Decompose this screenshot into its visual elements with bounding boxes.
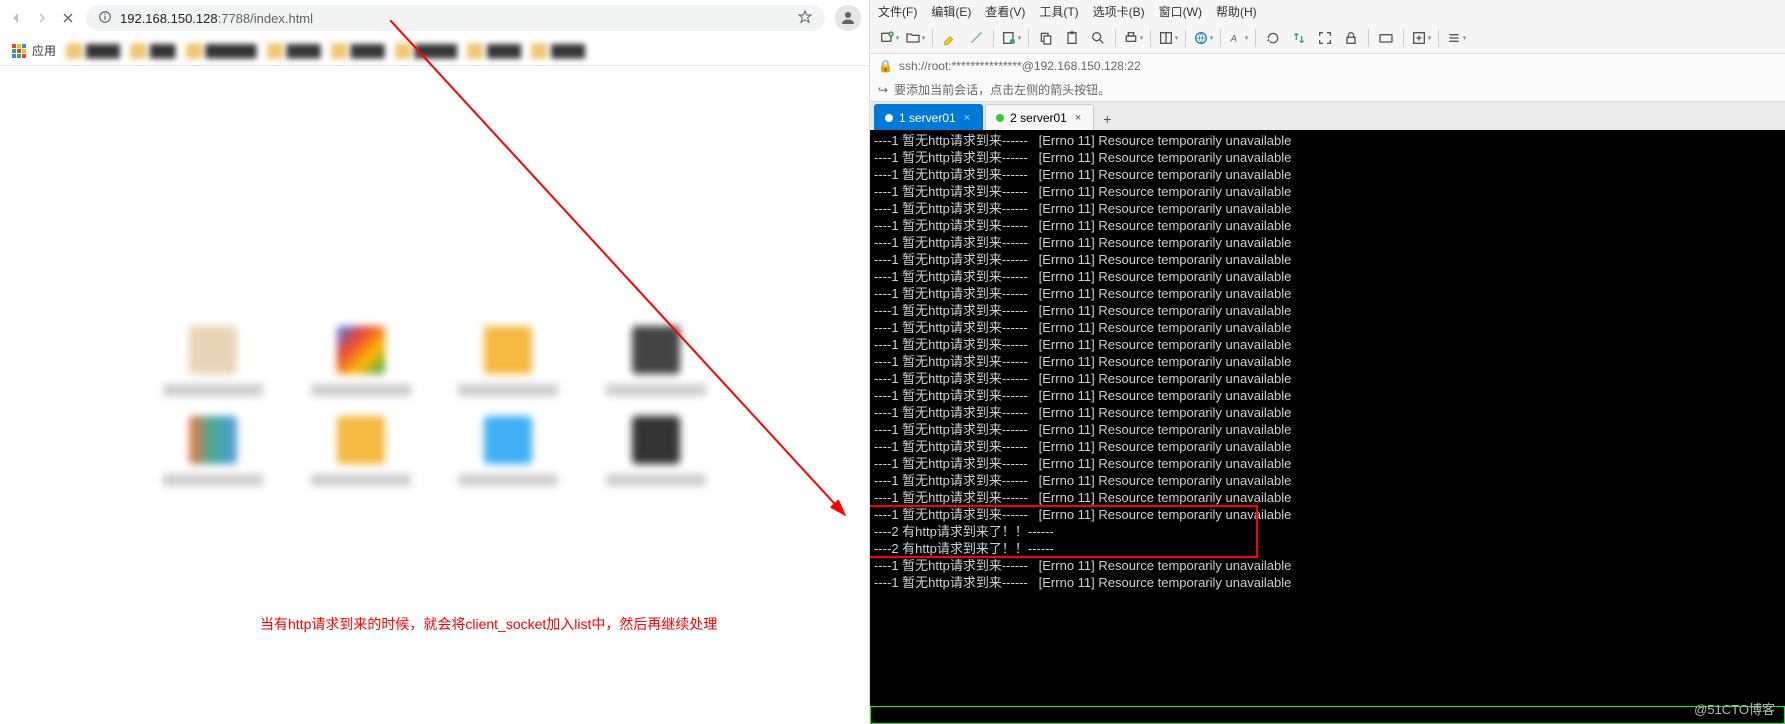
shortcut-tiles [155, 326, 715, 486]
hint-row: ↪ 要添加当前会话，点击左侧的箭头按钮。 [870, 78, 1785, 102]
menu-tabs[interactable]: 选项卡(B) [1093, 3, 1145, 20]
paste-icon[interactable] [1061, 27, 1083, 49]
keyboard-icon[interactable] [1375, 27, 1397, 49]
fullscreen-icon[interactable] [1314, 27, 1336, 49]
menu-file[interactable]: 文件(F) [878, 3, 917, 20]
status-dot-icon [885, 114, 893, 122]
back-button[interactable] [8, 10, 24, 26]
globe-icon[interactable]: ▾ [1192, 27, 1214, 49]
shortcut-tile[interactable] [155, 326, 273, 396]
add-tab-button[interactable]: + [1096, 108, 1118, 130]
menu-bar: 文件(F) 编辑(E) 查看(V) 工具(T) 选项卡(B) 窗口(W) 帮助(… [870, 0, 1785, 22]
add-icon[interactable]: ▾ [1410, 27, 1432, 49]
profile-avatar[interactable] [835, 5, 861, 31]
lock-icon[interactable] [1340, 27, 1362, 49]
terminal-output[interactable]: ----1 暂无http请求到来------ [Errno 11] Resour… [870, 130, 1785, 724]
new-session-icon[interactable]: ▾ [878, 27, 900, 49]
shortcut-tile[interactable] [450, 326, 568, 396]
font-icon[interactable]: A▾ [1227, 27, 1249, 49]
shortcut-tile[interactable] [155, 416, 273, 486]
chrome-window: 192.168.150.128:7788/index.html 应用 ████ … [0, 0, 870, 724]
refresh-icon[interactable] [1262, 27, 1284, 49]
status-dot-icon [996, 114, 1004, 122]
tab-close-icon[interactable]: × [962, 112, 972, 124]
tab-label: 1 server01 [899, 111, 956, 125]
shortcut-tile[interactable] [597, 326, 715, 396]
shortcut-tile[interactable] [450, 416, 568, 486]
wand-icon[interactable] [965, 27, 987, 49]
list-icon[interactable]: ▾ [1445, 27, 1467, 49]
menu-help[interactable]: 帮助(H) [1216, 3, 1257, 20]
bookmark-item[interactable]: ████ [531, 43, 585, 59]
open-icon[interactable]: ▾ [904, 27, 926, 49]
transfer-icon[interactable] [1288, 27, 1310, 49]
watermark: @51CTO博客 [1694, 699, 1775, 718]
terminal-window: 文件(F) 编辑(E) 查看(V) 工具(T) 选项卡(B) 窗口(W) 帮助(… [870, 0, 1785, 724]
menu-tools[interactable]: 工具(T) [1039, 3, 1078, 20]
address-bar[interactable]: 192.168.150.128:7788/index.html [86, 5, 825, 31]
apps-grid-icon [12, 44, 26, 58]
chrome-toolbar: 192.168.150.128:7788/index.html [0, 0, 869, 36]
svg-text:A: A [1229, 33, 1236, 43]
url-text: 192.168.150.128:7788/index.html [120, 11, 313, 26]
properties-icon[interactable]: ▾ [1000, 27, 1022, 49]
session-address-bar: 🔒 ssh://root:***************@192.168.150… [870, 54, 1785, 78]
forward-button[interactable] [34, 10, 50, 26]
bookmark-item[interactable]: ████ [331, 43, 385, 59]
bookmark-item[interactable]: ████ [467, 43, 521, 59]
shortcut-tile[interactable] [597, 416, 715, 486]
prompt-cursor-line [870, 706, 1785, 724]
menu-edit[interactable]: 编辑(E) [931, 3, 971, 20]
layout-icon[interactable]: ▾ [1157, 27, 1179, 49]
apps-label: 应用 [32, 42, 56, 59]
shortcut-tile[interactable] [302, 326, 420, 396]
tab-close-icon[interactable]: × [1073, 112, 1083, 124]
annotation-text: 当有http请求到来的时候，就会将client_socket加入list中，然后… [260, 614, 717, 634]
print-icon[interactable]: ▾ [1122, 27, 1144, 49]
tab-server01-1[interactable]: 1 server01 × [874, 104, 983, 130]
highlight-annotation [870, 505, 1258, 558]
tool-bar: ▾ ▾ ▾ ▾ ▾ ▾ A▾ ▾ ▾ [870, 22, 1785, 54]
bookmark-item[interactable]: ████ [66, 43, 120, 59]
stop-button[interactable] [60, 10, 76, 26]
hint-text: 要添加当前会话，点击左侧的箭头按钮。 [894, 81, 1110, 98]
bookmark-item[interactable]: ████ [267, 43, 321, 59]
session-tabs: 1 server01 × 2 server01 × + [870, 102, 1785, 130]
info-icon [98, 10, 112, 27]
bookmark-item[interactable]: ███ [130, 43, 176, 59]
lock-small-icon: 🔒 [878, 59, 893, 73]
session-address: ssh://root:***************@192.168.150.1… [899, 59, 1141, 73]
tab-label: 2 server01 [1010, 111, 1067, 125]
new-tab-content [0, 66, 869, 486]
bookmark-item[interactable]: █████ [395, 43, 458, 59]
bookmark-star-icon[interactable] [797, 9, 813, 28]
shortcut-tile[interactable] [302, 416, 420, 486]
bookmark-item[interactable]: ██████ [186, 43, 257, 59]
menu-window[interactable]: 窗口(W) [1159, 3, 1202, 20]
search-icon[interactable] [1087, 27, 1109, 49]
menu-view[interactable]: 查看(V) [985, 3, 1025, 20]
apps-button[interactable]: 应用 [12, 42, 56, 59]
copy-icon[interactable] [1035, 27, 1057, 49]
bookmarks-bar: 应用 ████ ███ ██████ ████ ████ █████ ████ … [0, 36, 869, 66]
arrow-hint-icon: ↪ [878, 83, 888, 97]
tab-server01-2[interactable]: 2 server01 × [985, 104, 1094, 130]
highlight-icon[interactable] [939, 27, 961, 49]
